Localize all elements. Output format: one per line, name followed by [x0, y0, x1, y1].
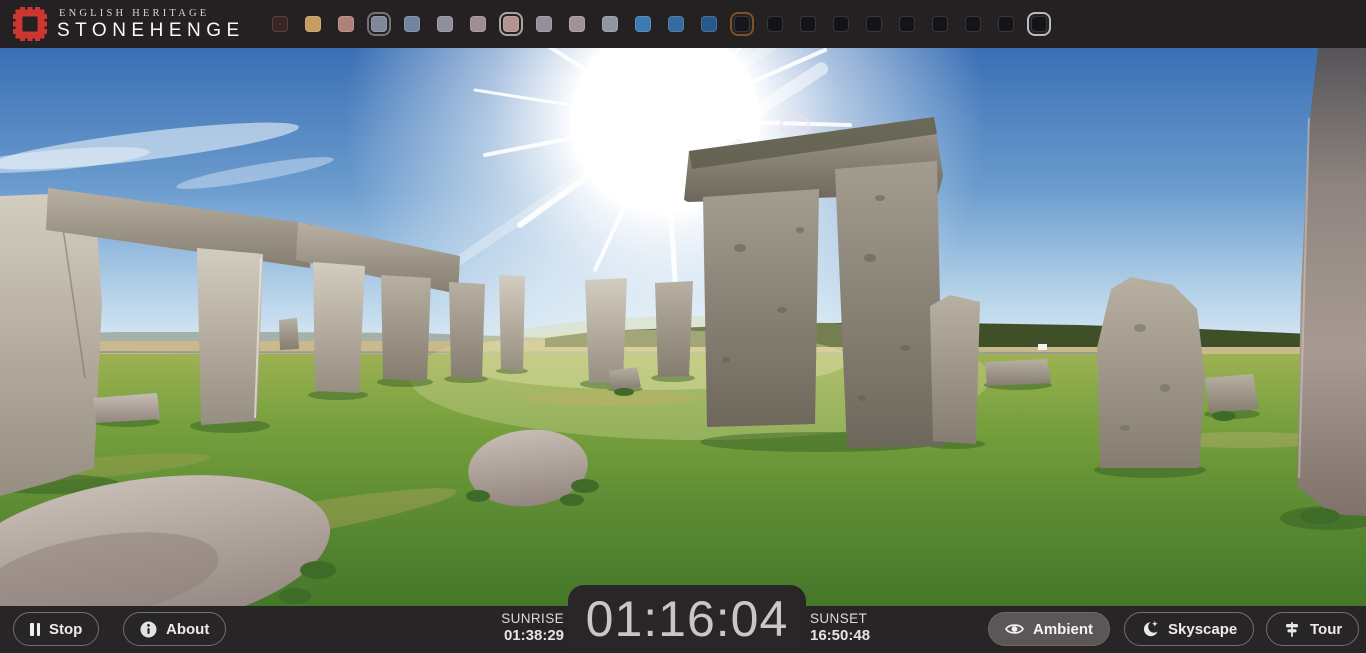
time-swatch-21[interactable] [932, 16, 948, 32]
time-swatch-15[interactable] [734, 16, 750, 32]
time-swatch-20[interactable] [899, 16, 915, 32]
time-swatch-5[interactable] [404, 16, 420, 32]
sunrise-block: SUNRISE 01:38:29 [448, 611, 564, 645]
brand-english-heritage: ENGLISH HERITAGE [59, 8, 209, 19]
time-swatch-22[interactable] [965, 16, 981, 32]
eye-icon [1005, 622, 1024, 636]
stonehenge-panorama [0, 48, 1366, 606]
time-swatch-1[interactable] [272, 16, 288, 32]
pause-icon [30, 623, 40, 636]
header-bar: ENGLISH HERITAGE STONEHENGE [0, 0, 1366, 48]
time-swatches [272, 0, 1047, 48]
time-swatch-6[interactable] [437, 16, 453, 32]
sunrise-time: 01:38:29 [448, 627, 564, 645]
ambient-button-label: Ambient [1033, 621, 1093, 638]
time-swatch-10[interactable] [569, 16, 585, 32]
sunset-label: SUNSET [810, 611, 930, 627]
time-swatch-17[interactable] [800, 16, 816, 32]
ambient-button[interactable]: Ambient [988, 612, 1110, 646]
time-swatch-13[interactable] [668, 16, 684, 32]
english-heritage-logo-icon [13, 7, 47, 41]
time-swatch-23[interactable] [998, 16, 1014, 32]
time-swatch-4[interactable] [371, 16, 387, 32]
stop-button-label: Stop [49, 621, 82, 638]
time-swatch-8[interactable] [503, 16, 519, 32]
brand-stonehenge: STONEHENGE [57, 20, 245, 42]
simulated-time: 01:16:04 [586, 586, 789, 652]
moon-sparkle-icon [1141, 620, 1159, 638]
stonehenge-skyscape-app: ENGLISH HERITAGE STONEHENGE [0, 0, 1366, 653]
signpost-icon [1283, 621, 1301, 638]
clock-panel: 01:16:04 [568, 585, 806, 653]
about-button[interactable]: About [123, 612, 226, 646]
time-swatch-7[interactable] [470, 16, 486, 32]
time-swatch-18[interactable] [833, 16, 849, 32]
sunset-block: SUNSET 16:50:48 [810, 611, 930, 645]
time-swatch-3[interactable] [338, 16, 354, 32]
sunrise-label: SUNRISE [448, 611, 564, 627]
info-icon [140, 621, 157, 638]
time-swatch-24[interactable] [1031, 16, 1047, 32]
panorama-viewport[interactable] [0, 48, 1366, 606]
tour-button-label: Tour [1310, 621, 1342, 638]
time-swatch-9[interactable] [536, 16, 552, 32]
sunset-time: 16:50:48 [810, 627, 930, 645]
skyscape-button-label: Skyscape [1168, 621, 1237, 638]
time-swatch-14[interactable] [701, 16, 717, 32]
time-swatch-2[interactable] [305, 16, 321, 32]
time-swatch-16[interactable] [767, 16, 783, 32]
skyscape-button[interactable]: Skyscape [1124, 612, 1254, 646]
tour-button[interactable]: Tour [1266, 612, 1359, 646]
time-swatch-11[interactable] [602, 16, 618, 32]
stop-button[interactable]: Stop [13, 612, 99, 646]
about-button-label: About [166, 621, 209, 638]
control-bar: Stop About SUNRISE 01:38:29 01:16:04 SUN… [0, 606, 1366, 653]
time-swatch-12[interactable] [635, 16, 651, 32]
time-swatch-19[interactable] [866, 16, 882, 32]
